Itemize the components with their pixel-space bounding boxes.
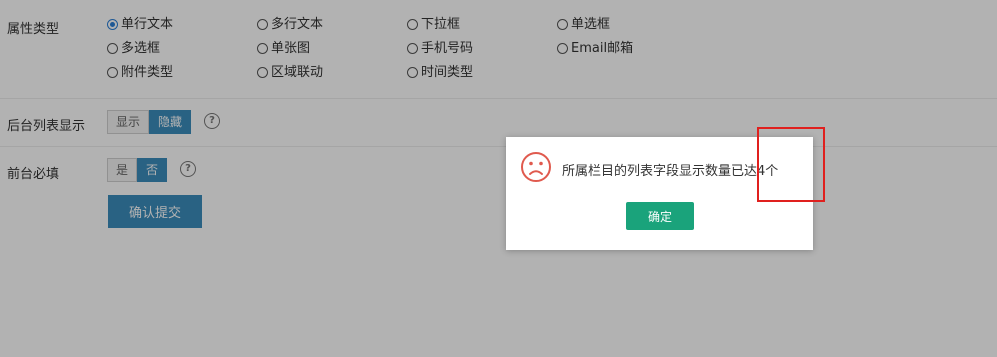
sad-face-icon — [521, 152, 551, 182]
ok-button[interactable]: 确定 — [626, 202, 694, 230]
dialog-message: 所属栏目的列表字段显示数量已达4个 — [562, 164, 779, 179]
modal-overlay[interactable] — [0, 0, 997, 357]
highlight-annotation-box — [757, 127, 825, 202]
